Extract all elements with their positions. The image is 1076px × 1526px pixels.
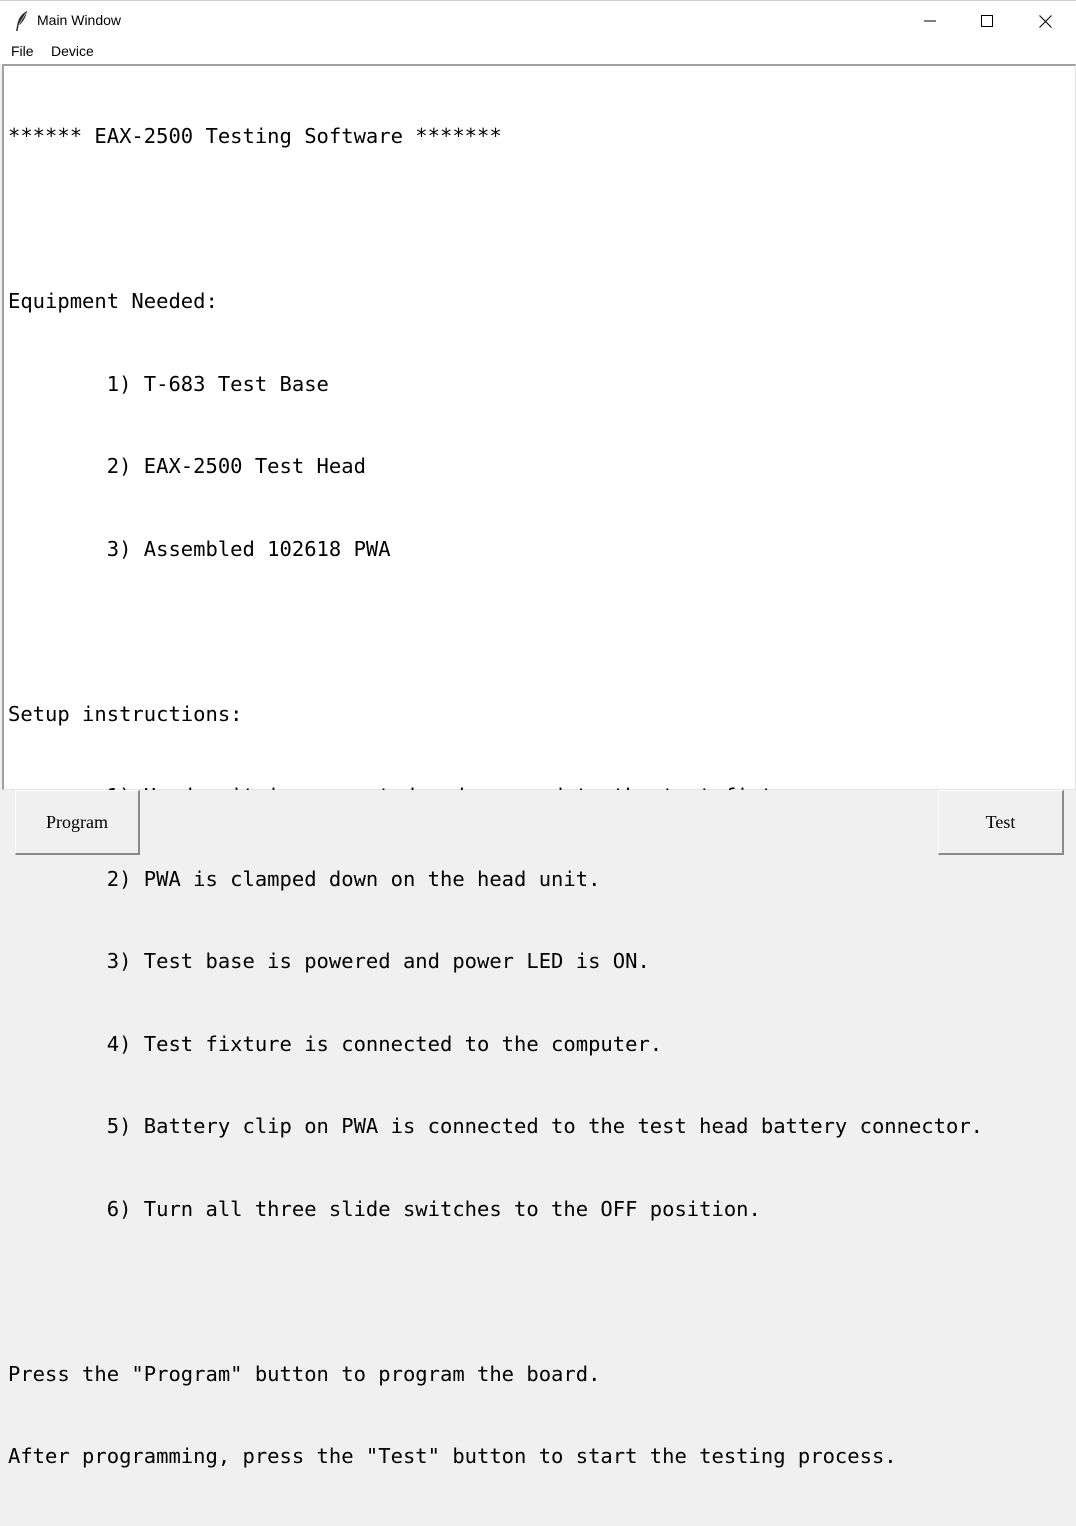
feather-icon (14, 10, 30, 32)
output-line: 2) EAX-2500 Test Head (8, 454, 366, 478)
output-line: Equipment Needed: (8, 289, 218, 313)
close-icon (1039, 15, 1052, 28)
program-button[interactable]: Program (15, 790, 140, 855)
output-line: 1) T-683 Test Base (8, 371, 329, 396)
output-line: 2) PWA is clamped down on the head unit. (8, 866, 601, 891)
menu-bar: File Device (0, 40, 1076, 64)
test-button[interactable]: Test (938, 790, 1064, 855)
minimize-icon (924, 20, 936, 22)
output-line: Press the "Program" button to program th… (8, 1361, 601, 1386)
output-line: 3) Assembled 102618 PWA (8, 536, 391, 561)
menu-file[interactable]: File (11, 43, 34, 59)
window-title: Main Window (37, 12, 122, 28)
maximize-button[interactable] (964, 1, 1010, 41)
output-line: 3) Test base is powered and power LED is… (8, 949, 650, 973)
output-line: 6) Turn all three slide switches to the … (8, 1196, 761, 1221)
output-line: After programming, press the "Test" butt… (8, 1444, 897, 1468)
button-bar: Program Test (0, 790, 1076, 855)
title-bar: Main Window (0, 0, 1076, 40)
maximize-icon (981, 15, 993, 27)
output-text-area[interactable]: ****** EAX-2500 Testing Software *******… (2, 64, 1076, 1468)
minimize-button[interactable] (907, 1, 953, 41)
output-line: 5) Battery clip on PWA is connected to t… (8, 1114, 984, 1138)
menu-device[interactable]: Device (51, 43, 94, 59)
close-button[interactable] (1022, 1, 1068, 41)
output-line: ****** EAX-2500 Testing Software ******* (8, 124, 502, 148)
output-line: 4) Test fixture is connected to the comp… (8, 1031, 663, 1056)
output-line: Setup instructions: (8, 701, 243, 726)
